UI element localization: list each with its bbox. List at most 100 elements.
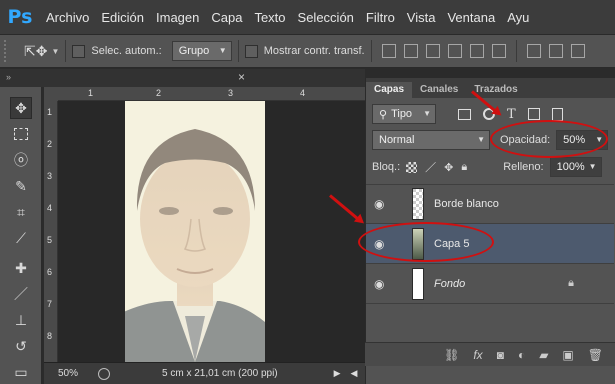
lock-transparency-icon[interactable] <box>406 161 418 173</box>
align-right-icon[interactable] <box>491 44 506 58</box>
menu-seleccion[interactable]: Selección <box>292 10 360 25</box>
transform-controls-checkbox[interactable] <box>244 44 258 58</box>
ruler-label: 5 <box>47 235 53 245</box>
menu-ventana[interactable]: Ventana <box>441 10 501 25</box>
fill-value: 100% <box>556 161 585 173</box>
lasso-tool-icon[interactable]: ⓞ <box>10 149 32 171</box>
align-bottom-icon[interactable] <box>425 44 440 58</box>
scroll-left-icon[interactable]: ◀ <box>351 368 358 379</box>
divider <box>370 40 372 62</box>
document-tab-strip: » <box>0 69 365 87</box>
crop-tool-icon[interactable]: ⌗ <box>10 201 32 223</box>
tab-capas[interactable]: Capas <box>366 82 413 98</box>
blend-mode-dropdown[interactable]: Normal ▼ <box>372 130 490 150</box>
trash-icon[interactable]: 🗑︎ <box>588 348 603 362</box>
smart-object-filter-icon[interactable] <box>551 107 563 121</box>
document-info: 5 cm x 21,01 cm (200 ppi) <box>162 368 278 379</box>
quick-select-tool-icon[interactable]: ✎ <box>10 175 32 197</box>
menu-capa[interactable]: Capa <box>205 10 248 25</box>
layer-thumbnail <box>412 267 424 300</box>
ruler-label: 6 <box>47 267 53 277</box>
grip-icon <box>4 40 10 62</box>
eyedropper-tool-icon[interactable]: ⟋ <box>10 227 32 249</box>
play-icon[interactable]: ▶ <box>334 368 341 379</box>
lock-position-icon[interactable]: ✥ <box>444 161 453 174</box>
move-tool-icon[interactable]: ✥ <box>10 97 32 119</box>
transform-controls-label: Mostrar contr. transf. <box>263 45 365 57</box>
status-bar: 50% 5 cm x 21,01 cm (200 ppi) ▶ ◀ <box>44 362 365 384</box>
menu-ayuda[interactable]: Ayu <box>501 10 535 25</box>
align-hcenter-icon[interactable] <box>469 44 484 58</box>
marquee-tool-icon[interactable] <box>10 123 32 145</box>
type-filter-icon[interactable]: T <box>507 107 516 122</box>
menu-filtro[interactable]: Filtro <box>360 10 401 25</box>
fx-icon[interactable]: fx <box>473 348 482 362</box>
portrait-image <box>125 101 265 362</box>
auto-select-label: Selec. autom.: <box>91 45 162 57</box>
folder-icon[interactable]: ▰ <box>539 348 548 362</box>
link-icon[interactable]: ⛓ <box>444 348 459 362</box>
info-icon[interactable] <box>98 367 111 380</box>
menu-edicion[interactable]: Edición <box>95 10 150 25</box>
fill-input[interactable]: 100% ▼ <box>549 157 602 177</box>
lock-pixels-icon[interactable]: ／ <box>425 159 436 175</box>
ruler-label: 1 <box>47 107 53 117</box>
eye-icon[interactable]: ◉ <box>374 197 392 211</box>
brush-tool-icon[interactable]: ／ <box>10 283 32 305</box>
ruler-corner <box>44 87 58 101</box>
menu-vista[interactable]: Vista <box>401 10 442 25</box>
menu-archivo[interactable]: Archivo <box>40 10 95 25</box>
document-canvas[interactable] <box>58 101 365 362</box>
menu-texto[interactable]: Texto <box>248 10 291 25</box>
layer-name: Fondo <box>434 277 466 290</box>
clone-stamp-tool-icon[interactable]: ⊥ <box>10 309 32 331</box>
adjustment-layer-icon[interactable]: ◐ <box>518 348 525 362</box>
chevron-down-icon[interactable]: ▼ <box>51 47 59 56</box>
layer-row[interactable]: ◉ Borde blanco <box>366 184 614 224</box>
ruler-label: 2 <box>47 139 53 149</box>
opacity-highlight-circle <box>490 120 608 158</box>
layer-thumbnail <box>412 188 424 220</box>
zoom-level[interactable]: 50% <box>58 368 78 379</box>
options-bar: ⇱✥ ▼ Selec. autom.: Grupo ▼ Mostrar cont… <box>0 34 615 68</box>
blend-mode-value: Normal <box>379 134 415 146</box>
chevron-down-icon: ▼ <box>588 162 597 171</box>
lock-all-icon[interactable]: 🔒︎ <box>461 161 467 174</box>
eraser-tool-icon[interactable]: ▭ <box>10 361 32 383</box>
auto-select-dropdown[interactable]: Grupo ▼ <box>171 41 232 61</box>
align-vcenter-icon[interactable] <box>403 44 418 58</box>
horizontal-ruler: 1 2 3 4 <box>58 87 365 101</box>
ruler-label: 1 <box>88 88 94 98</box>
image-filter-icon[interactable] <box>458 108 471 120</box>
layer-row[interactable]: ◉ Fondo 🔒︎ <box>366 264 614 304</box>
distribute-bottom-icon[interactable] <box>570 44 585 58</box>
move-tool-preset-icon[interactable]: ⇱✥ <box>24 43 47 60</box>
chevron-down-icon: ▼ <box>218 46 227 55</box>
layer-highlight-circle <box>358 222 494 262</box>
vertical-ruler: 1 2 3 4 5 6 7 8 <box>44 101 58 362</box>
new-layer-icon[interactable]: ▣ <box>562 348 573 362</box>
divider <box>65 40 67 62</box>
mask-icon[interactable]: ◙ <box>497 348 504 362</box>
ruler-label: 4 <box>47 203 53 213</box>
filter-kind-dropdown[interactable]: ⚲ Tipo ▼ <box>372 104 436 124</box>
panel-tabs: Capas Canales Trazados <box>366 78 615 98</box>
menu-imagen[interactable]: Imagen <box>150 10 205 25</box>
auto-select-checkbox[interactable] <box>72 44 86 58</box>
lock-row: Bloq.: ／ ✥ 🔒︎ Relleno: 100% ▼ <box>366 156 615 178</box>
align-top-icon[interactable] <box>381 44 396 58</box>
align-left-icon[interactable] <box>447 44 462 58</box>
close-icon[interactable]: × <box>238 70 245 84</box>
distribute-top-icon[interactable] <box>526 44 541 58</box>
eye-icon[interactable]: ◉ <box>374 277 392 291</box>
layers-bottom-bar: ⛓ fx ◙ ◐ ▰ ▣ 🗑︎ <box>365 342 615 366</box>
distribute-vcenter-icon[interactable] <box>548 44 563 58</box>
healing-brush-tool-icon[interactable]: ✚ <box>10 257 32 279</box>
fill-label: Relleno: <box>503 161 544 173</box>
history-brush-tool-icon[interactable]: ↺ <box>10 335 32 357</box>
tab-canales[interactable]: Canales <box>412 82 466 98</box>
shape-filter-icon[interactable] <box>527 108 540 120</box>
auto-select-value: Grupo <box>178 45 210 57</box>
lock-icon: 🔒︎ <box>568 277 574 289</box>
collapse-icon[interactable]: » <box>6 72 11 82</box>
